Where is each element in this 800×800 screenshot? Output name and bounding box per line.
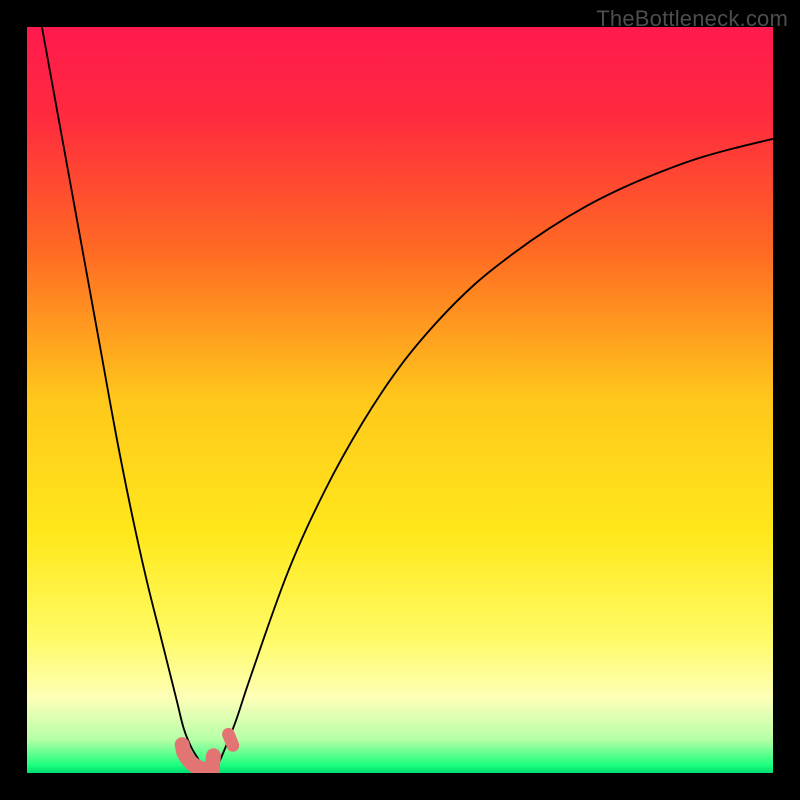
highlight-segment	[228, 734, 232, 745]
attribution-label: TheBottleneck.com	[596, 6, 788, 32]
gradient-background	[27, 27, 773, 773]
bottleneck-chart-svg	[27, 27, 773, 773]
outer-frame: TheBottleneck.com	[0, 0, 800, 800]
plot-area	[27, 27, 773, 773]
